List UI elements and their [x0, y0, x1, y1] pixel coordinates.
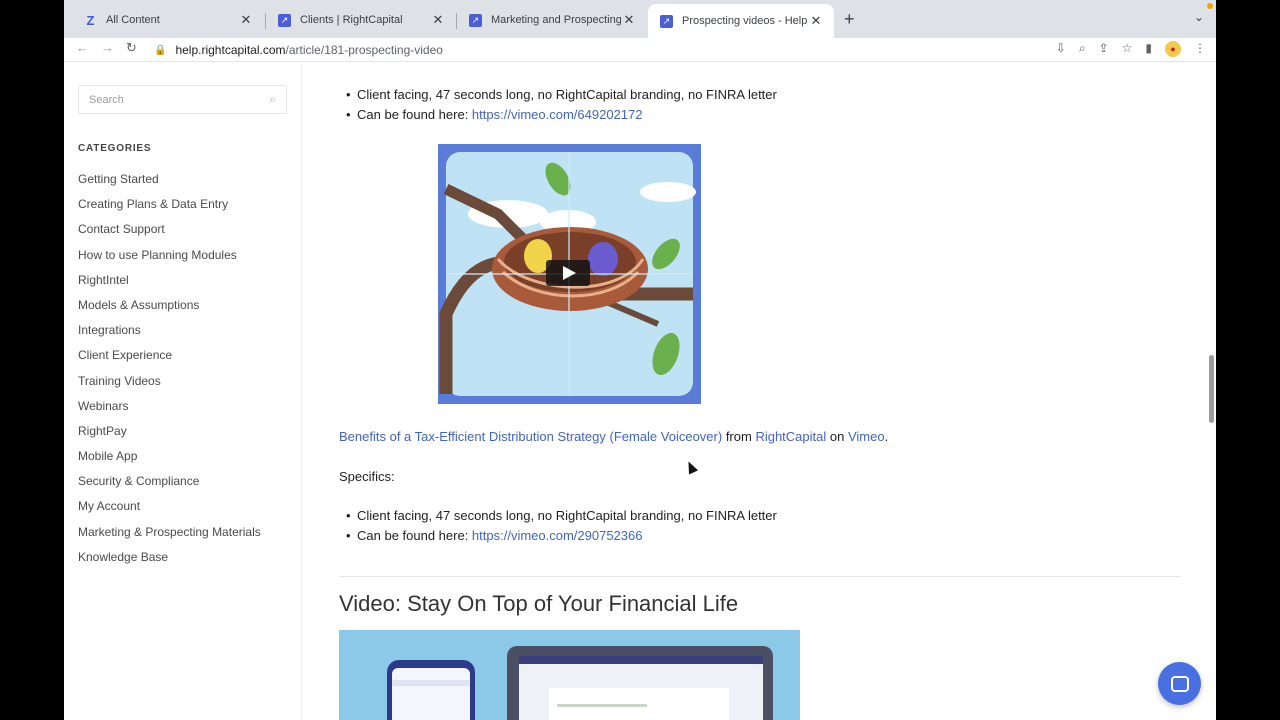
zoom-icon[interactable]: ⌕ [1079, 41, 1086, 57]
browser-toolbar: ← → ↻ 🔒 help.rightcapital.com/article/18… [64, 38, 1216, 62]
category-link[interactable]: Contact Support [78, 217, 261, 242]
search-box: ⌕ [78, 85, 287, 114]
scrollbar-thumb[interactable] [1209, 355, 1214, 423]
tab-title: Prospecting videos - Help Cen [682, 15, 808, 27]
play-icon[interactable] [546, 260, 590, 286]
help-sidebar: ⌕ CATEGORIES Getting Started Creating Pl… [64, 63, 302, 720]
video-player[interactable] [438, 144, 701, 404]
category-link[interactable]: Getting Started [78, 167, 261, 192]
categories-heading: CATEGORIES [78, 143, 152, 154]
author-link[interactable]: RightCapital [755, 429, 826, 444]
category-link[interactable]: Training Videos [78, 369, 261, 394]
period-text: . [884, 429, 889, 444]
video-details-list: Client facing, 47 seconds long, no Right… [346, 506, 777, 546]
category-list: Getting Started Creating Plans & Data En… [78, 167, 261, 570]
chat-bubble-icon [1170, 675, 1189, 692]
category-link[interactable]: My Account [78, 494, 261, 519]
address-bar[interactable]: 🔒 help.rightcapital.com/article/181-pros… [154, 40, 1024, 60]
tab-title: Marketing and Prospecting - H [491, 14, 621, 26]
rightcapital-favicon-icon: ↗ [278, 13, 291, 27]
browser-window: Z All Content ✕ ↗ Clients | RightCapital… [64, 0, 1216, 720]
tab-prospecting-videos[interactable]: ↗ Prospecting videos - Help Cen ✕ [648, 4, 834, 38]
lock-icon: 🔒 [154, 44, 167, 56]
tab-all-content[interactable]: Z All Content ✕ [72, 6, 264, 34]
reload-icon[interactable]: ↻ [126, 40, 137, 56]
link-bullet: Can be found here: https://vimeo.com/649… [346, 105, 777, 125]
section-heading: Video: Stay On Top of Your Financial Lif… [339, 591, 739, 616]
toolbar-icons: ⇩ ⌕ ⇪ ☆ ▮ ● ⋮ [1056, 41, 1206, 57]
vimeo-platform-link[interactable]: Vimeo [848, 429, 885, 444]
tab-strip: Z All Content ✕ ↗ Clients | RightCapital… [64, 0, 1216, 38]
category-link[interactable]: How to use Planning Modules [78, 243, 261, 268]
bookmark-star-icon[interactable]: ☆ [1122, 41, 1133, 57]
forward-icon[interactable]: → [101, 40, 114, 55]
tab-clients[interactable]: ↗ Clients | RightCapital ✕ [266, 6, 456, 34]
video-attribution: Benefits of a Tax-Efficient Distribution… [339, 429, 888, 444]
category-link[interactable]: Client Experience [78, 343, 261, 368]
install-icon[interactable]: ⇩ [1056, 41, 1066, 57]
video-title-link[interactable]: Benefits of a Tax-Efficient Distribution… [339, 429, 722, 444]
section-divider [339, 576, 1181, 577]
chat-launcher-button[interactable] [1158, 662, 1201, 705]
notification-dot [1207, 3, 1213, 9]
search-input[interactable] [89, 93, 270, 106]
new-tab-icon[interactable]: + [844, 9, 855, 30]
extension-icon[interactable]: ● [1165, 41, 1181, 57]
more-menu-icon[interactable]: ⋮ [1194, 41, 1206, 57]
close-icon[interactable]: ✕ [621, 12, 637, 28]
share-icon[interactable]: ⇪ [1099, 41, 1109, 57]
category-link[interactable]: Webinars [78, 394, 261, 419]
video-thumbnail-2 [387, 646, 773, 720]
found-label: Can be found here: [357, 107, 472, 122]
category-link[interactable]: RightIntel [78, 268, 261, 293]
tab-marketing[interactable]: ↗ Marketing and Prospecting - H ✕ [457, 6, 647, 34]
video-player-2[interactable] [339, 630, 800, 720]
rightcapital-favicon-icon: ↗ [469, 13, 482, 27]
specifics-label: Specifics: [339, 469, 395, 484]
tab-title: All Content [106, 14, 160, 26]
vimeo-link[interactable]: https://vimeo.com/649202172 [472, 107, 643, 122]
address-domain: help.rightcapital.com [175, 43, 286, 57]
search-icon[interactable]: ⌕ [269, 92, 276, 107]
video-details-list: Client facing, 47 seconds long, no Right… [346, 85, 777, 125]
category-link[interactable]: Marketing & Prospecting Materials [78, 520, 261, 545]
category-link[interactable]: Creating Plans & Data Entry [78, 192, 261, 217]
tab-title: Clients | RightCapital [300, 14, 403, 26]
chevron-down-icon[interactable]: ⌄ [1194, 10, 1204, 24]
category-link[interactable]: Integrations [78, 318, 261, 343]
category-link[interactable]: RightPay [78, 419, 261, 444]
close-icon[interactable]: ✕ [808, 13, 824, 29]
category-link[interactable]: Models & Assumptions [78, 293, 261, 318]
found-label: Can be found here: [357, 528, 472, 543]
category-link[interactable]: Knowledge Base [78, 545, 261, 570]
close-icon[interactable]: ✕ [238, 12, 254, 28]
category-link[interactable]: Security & Compliance [78, 469, 261, 494]
article-content: Client facing, 47 seconds long, no Right… [339, 63, 1199, 720]
detail-bullet: Client facing, 47 seconds long, no Right… [346, 85, 777, 105]
rightcapital-favicon-icon: ↗ [660, 14, 673, 28]
sidebar-panel-icon[interactable]: ▮ [1145, 41, 1152, 57]
detail-bullet: Client facing, 47 seconds long, no Right… [346, 506, 777, 526]
close-icon[interactable]: ✕ [430, 12, 446, 28]
category-link[interactable]: Mobile App [78, 444, 261, 469]
vimeo-link[interactable]: https://vimeo.com/290752366 [472, 528, 643, 543]
address-path: /article/181-prospecting-video [285, 43, 443, 57]
back-icon[interactable]: ← [76, 40, 89, 55]
on-text: on [826, 429, 848, 444]
zendesk-favicon-icon: Z [86, 12, 95, 28]
from-text: from [722, 429, 756, 444]
link-bullet: Can be found here: https://vimeo.com/290… [346, 526, 777, 546]
